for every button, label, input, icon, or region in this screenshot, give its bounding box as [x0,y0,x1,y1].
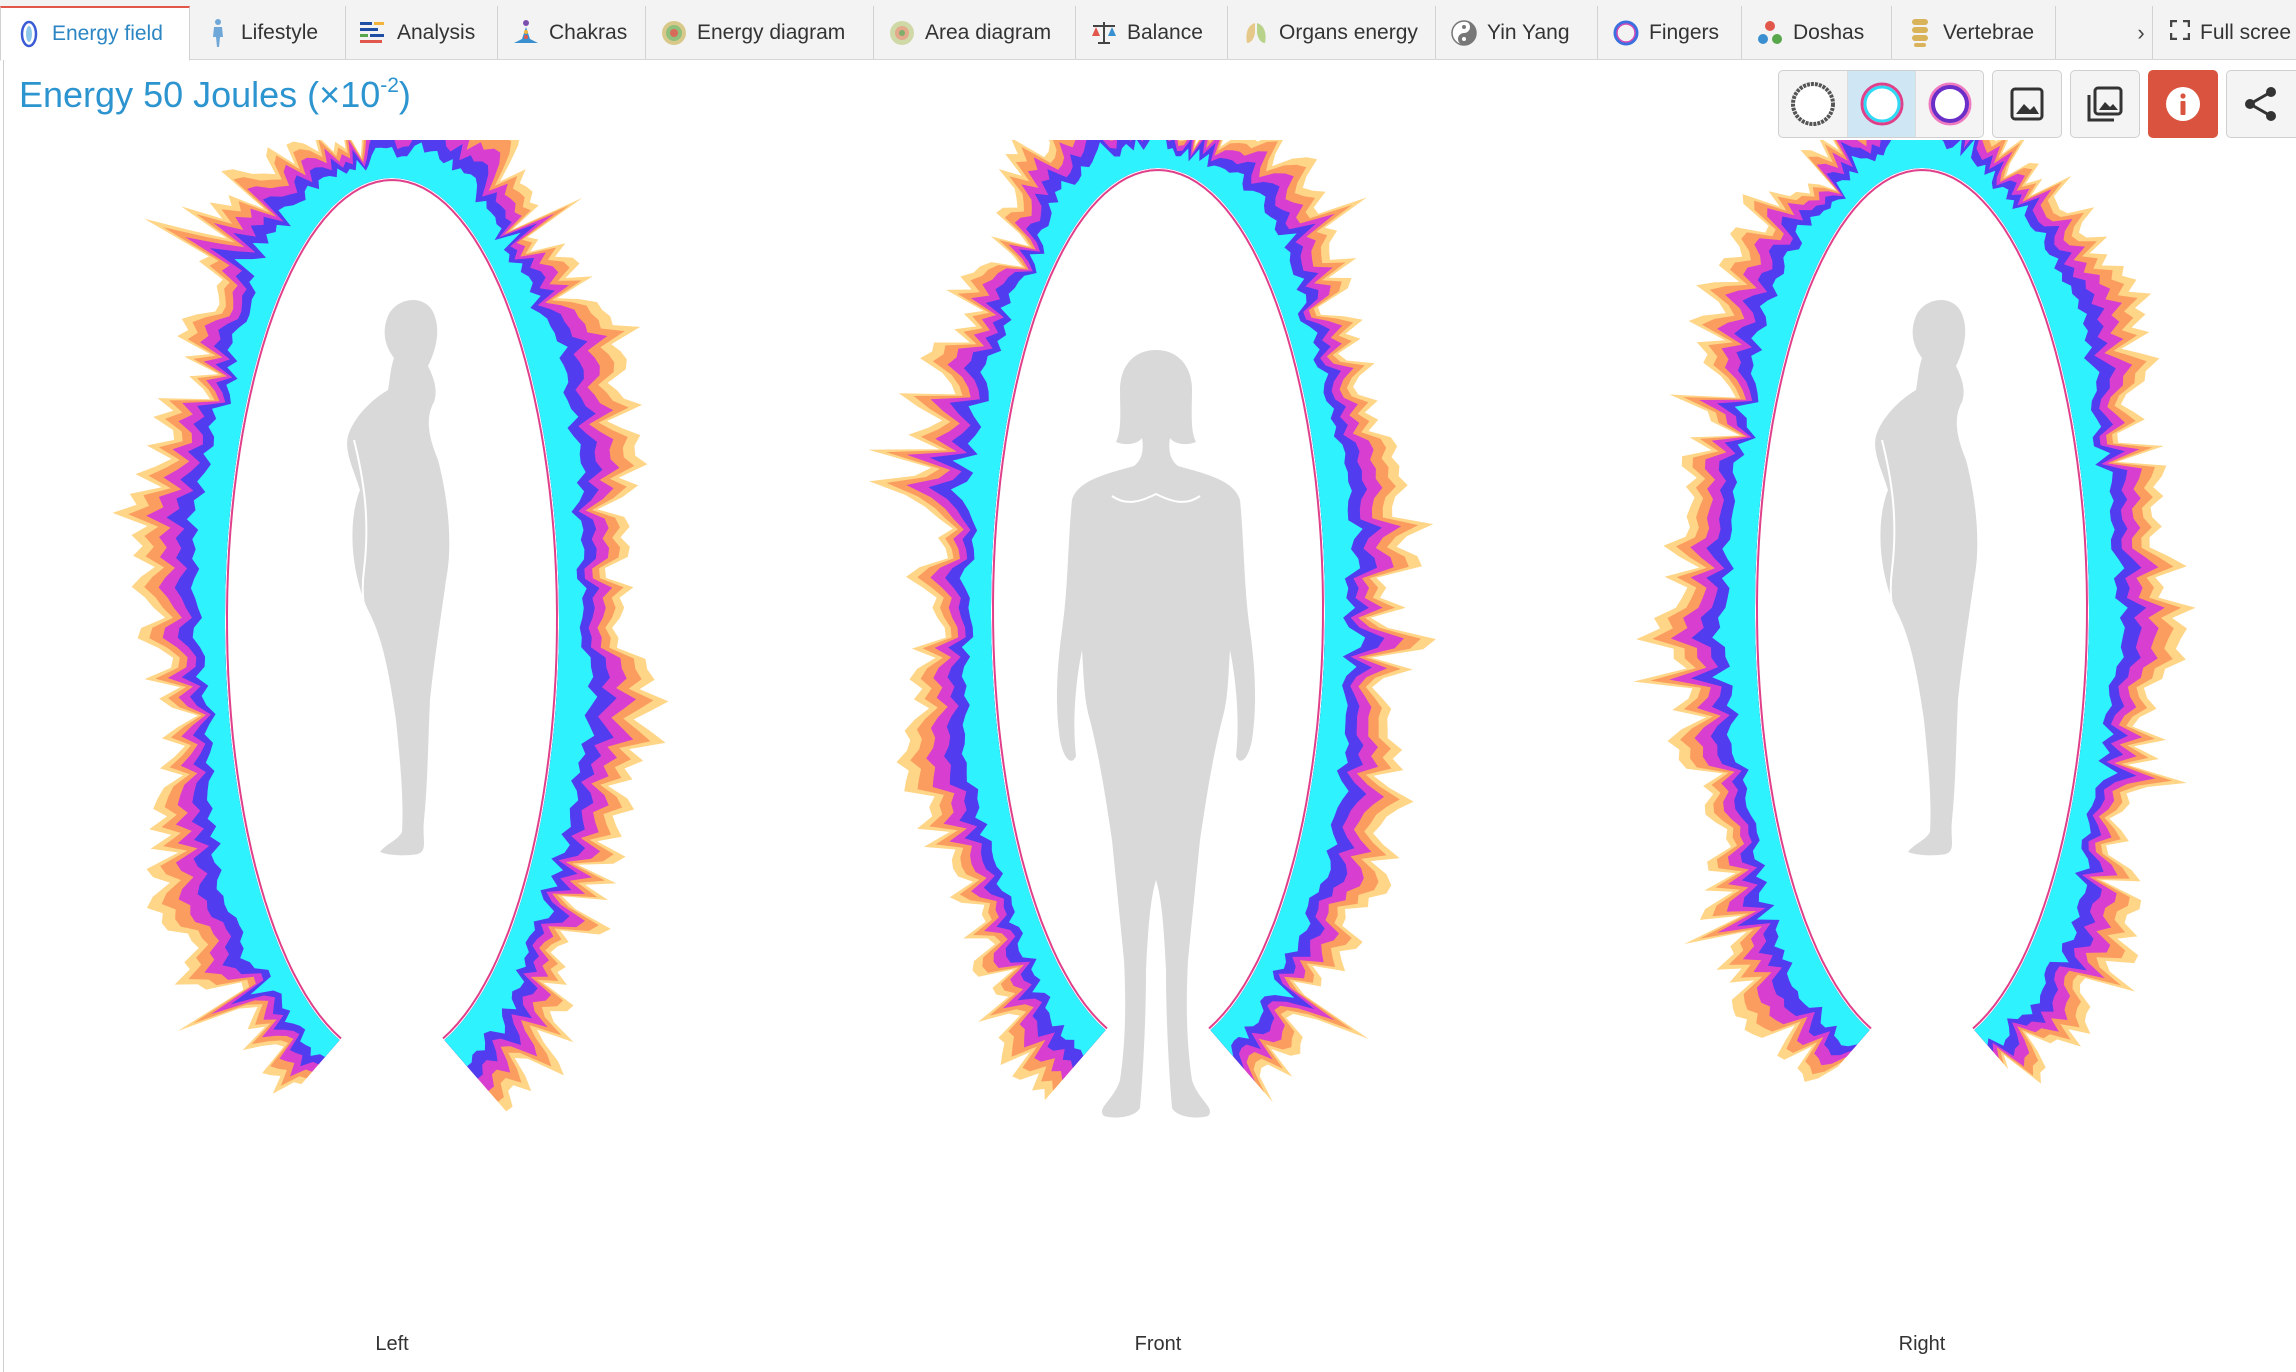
tab-lifestyle[interactable]: Lifestyle [190,6,346,59]
image-button[interactable] [1993,71,2061,137]
tab-chakras[interactable]: Chakras [498,6,646,59]
energy-field-icon [15,19,43,49]
front-silhouette [1056,350,1256,1118]
share-button[interactable] [2227,71,2295,137]
image-button-group [1992,70,2062,138]
page-title: Energy 50 Joules (×10-2) [19,74,411,116]
energy-diagram-icon [660,18,688,48]
images-icon [2087,86,2123,122]
tab-analysis[interactable]: Analysis [346,6,498,59]
tab-label: Energy diagram [697,20,846,44]
view-label-front: Front [1134,1333,1182,1355]
tab-label: Fingers [1649,20,1720,44]
fingers-icon [1612,18,1640,48]
tab-label: Yin Yang [1487,20,1570,44]
tab-label: Balance [1127,20,1203,44]
tab-bar: Energy field Lifestyle Analysis Chakras … [0,0,2296,61]
tabs-scroll-right-button[interactable]: › [2130,6,2153,59]
tab-energy-field[interactable]: Energy field [0,6,190,61]
right-silhouette [1875,299,1978,856]
tab-balance[interactable]: Balance [1076,6,1228,59]
share-icon [2245,87,2276,121]
fullscreen-label: Full scree [2200,20,2292,44]
view-label-left: Left [375,1333,409,1355]
yin-yang-icon [1450,18,1478,48]
images-button-group [2070,70,2140,138]
tab-label: Analysis [397,20,476,44]
lifestyle-icon [204,18,232,48]
tab-organs-energy[interactable]: Organs energy [1228,6,1436,59]
vertebrae-icon [1906,18,1934,48]
view-label-right: Right [1898,1333,1946,1355]
tab-label: Area diagram [925,20,1052,44]
left-silhouette [347,299,450,856]
analysis-icon [360,18,388,48]
fullscreen-icon [2169,19,2191,46]
ring-gray-icon [1791,82,1835,126]
image-icon [2010,87,2044,121]
area-diagram-icon [888,18,916,48]
tab-energy-diagram[interactable]: Energy diagram [646,6,874,59]
tab-label: Energy field [52,22,163,45]
title-exponent: -2 [380,74,399,97]
doshas-icon [1756,18,1784,48]
tab-label: Doshas [1793,20,1865,44]
aura-canvas [112,140,2196,1118]
tab-label: Chakras [549,20,628,44]
view-mode-purple-button[interactable] [1915,71,1983,137]
tab-yin-yang[interactable]: Yin Yang [1436,6,1598,59]
view-mode-blue-button[interactable] [1847,71,1915,137]
view-mode-group [1778,70,1984,138]
info-button[interactable] [2148,70,2218,138]
balance-icon [1090,18,1118,48]
tab-vertebrae[interactable]: Vertebrae [1892,6,2056,59]
tab-fingers[interactable]: Fingers [1598,6,1742,59]
fullscreen-button[interactable]: Full scree [2156,6,2296,59]
tab-label: Vertebrae [1943,20,2035,44]
view-mode-gray-button[interactable] [1779,71,1847,137]
chakras-icon [512,18,540,48]
ring-blue-icon [1860,82,1903,126]
organs-icon [1242,18,1270,48]
share-button-group [2226,70,2296,138]
tab-area-diagram[interactable]: Area diagram [874,6,1076,59]
title-text: Energy 50 Joules (×10 [19,74,381,115]
ring-purple-icon [1928,82,1971,126]
tab-doshas[interactable]: Doshas [1742,6,1892,59]
tab-label: Organs energy [1279,20,1418,44]
tab-label: Lifestyle [241,20,319,44]
info-icon [2166,87,2200,121]
title-suffix: ) [398,74,411,115]
aura-field-area [0,140,2296,1270]
images-button[interactable] [2071,71,2139,137]
